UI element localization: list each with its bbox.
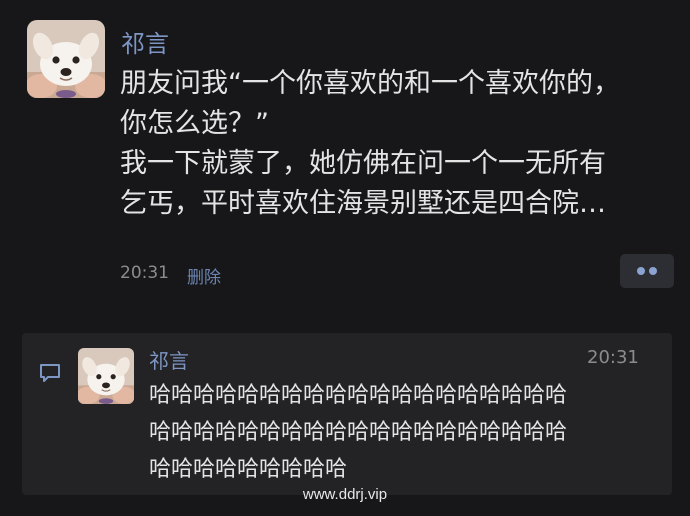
delete-button[interactable]: 删除 [187, 263, 221, 288]
post-text-line: 朋友问我“一个你喜欢的和一个喜欢你的， [120, 68, 620, 99]
comment-timestamp: 20:31 [587, 347, 639, 368]
comment-text-line: 哈哈哈哈哈哈哈哈哈哈哈哈哈哈哈哈哈哈哈 [149, 383, 568, 408]
comment-avatar[interactable] [78, 348, 134, 404]
watermark: www.ddrj.vip [302, 486, 388, 503]
post-text-line: 我一下就蒙了，她仿佛在问一个一无所有 [120, 148, 606, 179]
comment-section: 祁言 20:31 哈哈哈哈哈哈哈哈哈哈哈哈哈哈哈哈哈哈哈 哈哈哈哈哈哈哈哈哈哈哈… [22, 333, 672, 495]
more-button[interactable] [620, 254, 674, 288]
post-text-line: 你怎么选？” [120, 108, 269, 139]
comment-text[interactable]: 哈哈哈哈哈哈哈哈哈哈哈哈哈哈哈哈哈哈哈 哈哈哈哈哈哈哈哈哈哈哈哈哈哈哈哈哈哈哈 … [149, 377, 654, 488]
comment-author[interactable]: 祁言 [149, 345, 189, 374]
avatar[interactable] [27, 20, 105, 98]
post-timestamp: 20:31 [120, 263, 169, 283]
comment-text-line: 哈哈哈哈哈哈哈哈哈哈哈哈哈哈哈哈哈哈哈 [149, 420, 568, 445]
dog-avatar-icon [27, 20, 105, 98]
dog-avatar-icon [78, 348, 134, 404]
comment-text-line: 哈哈哈哈哈哈哈哈哈 [149, 457, 348, 482]
post-text: 朋友问我“一个你喜欢的和一个喜欢你的， 你怎么选？” 我一下就蒙了，她仿佛在问一… [120, 64, 680, 224]
post-text-line: 乞丐，平时喜欢住海景别墅还是四合院… [120, 188, 606, 219]
comment-bubble-icon [39, 363, 61, 383]
author-name[interactable]: 祁言 [121, 24, 169, 59]
moment-post: 祁言 朋友问我“一个你喜欢的和一个喜欢你的， 你怎么选？” 我一下就蒙了，她仿佛… [0, 0, 690, 310]
